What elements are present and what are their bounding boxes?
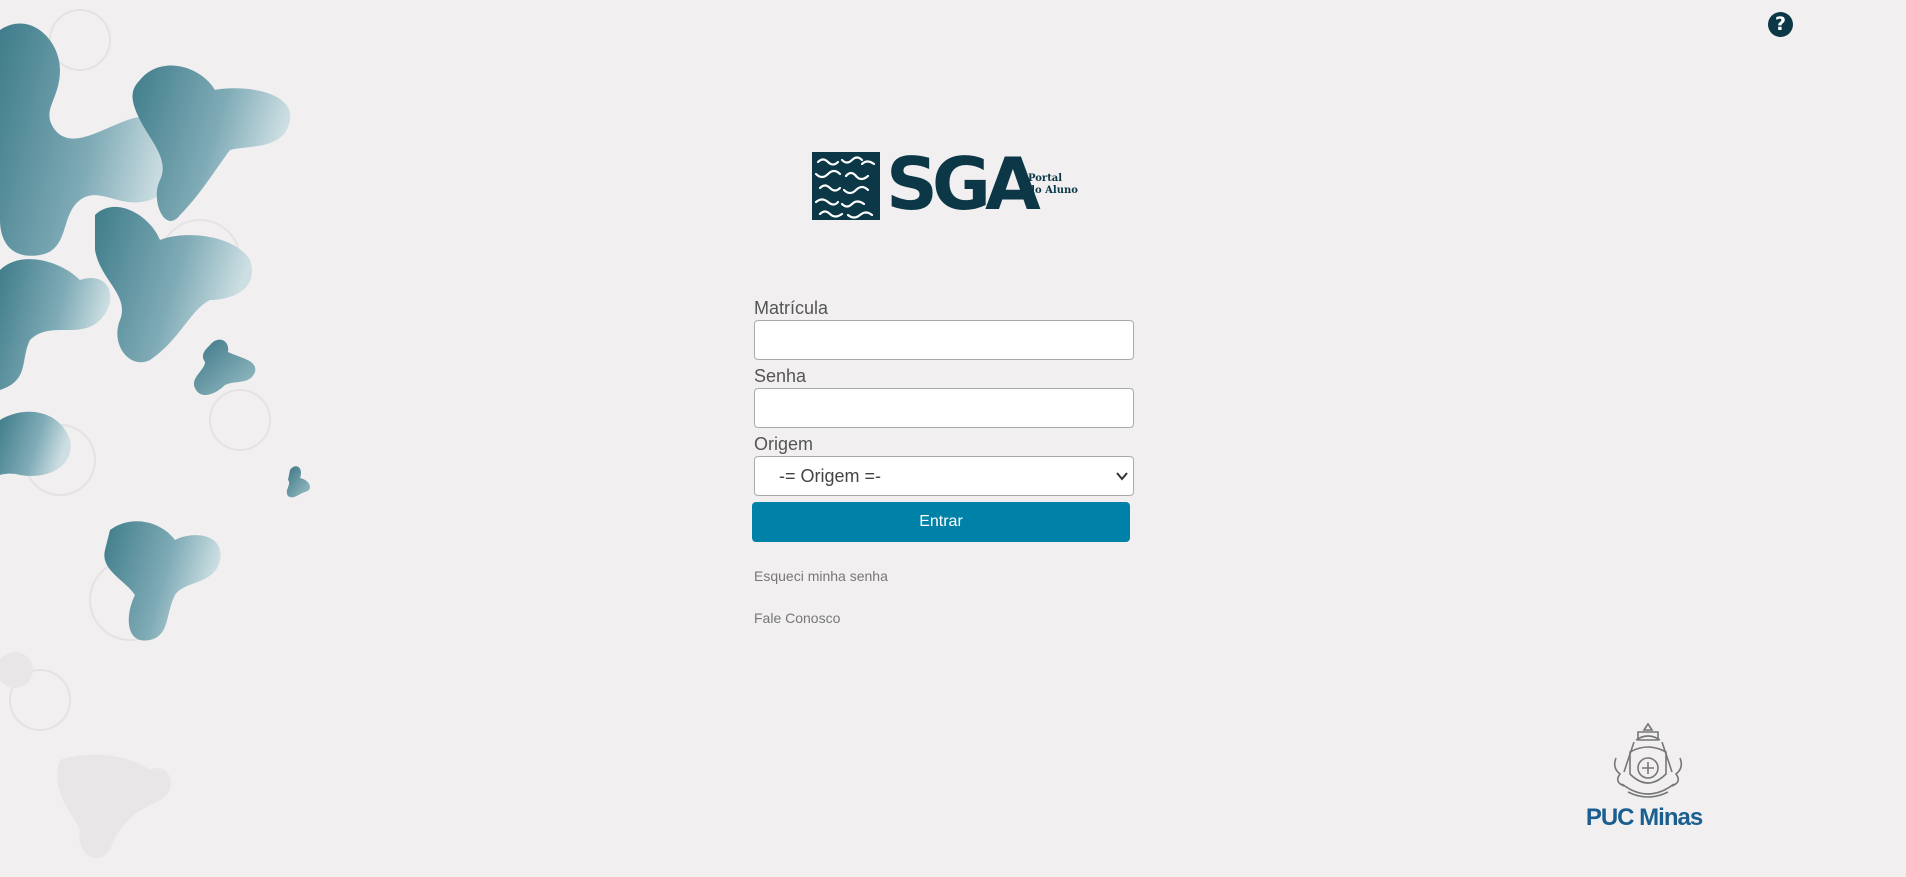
matricula-label: Matrícula (754, 298, 829, 318)
logo-subtitle-line1: Portal (1028, 173, 1063, 184)
chevron-down-icon (1116, 472, 1128, 481)
matricula-input[interactable] (754, 320, 1134, 360)
origem-select[interactable]: -= Origem =- (754, 456, 1134, 496)
sga-pattern-mark (812, 152, 880, 220)
contact-link[interactable]: Fale Conosco (754, 610, 1134, 626)
help-button[interactable]: ? (1768, 12, 1793, 37)
question-circle-icon: ? (1774, 13, 1787, 35)
sga-wordmark: SGA (886, 142, 1041, 226)
forgot-password-link[interactable]: Esqueci minha senha (754, 568, 1134, 584)
senha-label: Senha (754, 366, 807, 386)
logo-subtitle: Portal do Aluno (1028, 173, 1078, 197)
origem-label: Origem (754, 434, 814, 454)
senha-input[interactable] (754, 388, 1134, 428)
puc-crest-icon (1613, 722, 1683, 798)
puc-minas-logo: PUC Minas (1582, 722, 1706, 832)
logo-subtitle-line2: do Aluno (1028, 185, 1078, 196)
background-decoration (0, 9, 311, 859)
puc-minas-name: PUC Minas (1585, 804, 1703, 831)
sga-logo: SGA Portal do Aluno (812, 144, 1082, 224)
login-form: Matrícula Senha Origem -= Origem =- Entr… (752, 296, 1134, 626)
entrar-button[interactable]: Entrar (752, 502, 1130, 542)
origem-selected-value: -= Origem =- (779, 466, 882, 486)
